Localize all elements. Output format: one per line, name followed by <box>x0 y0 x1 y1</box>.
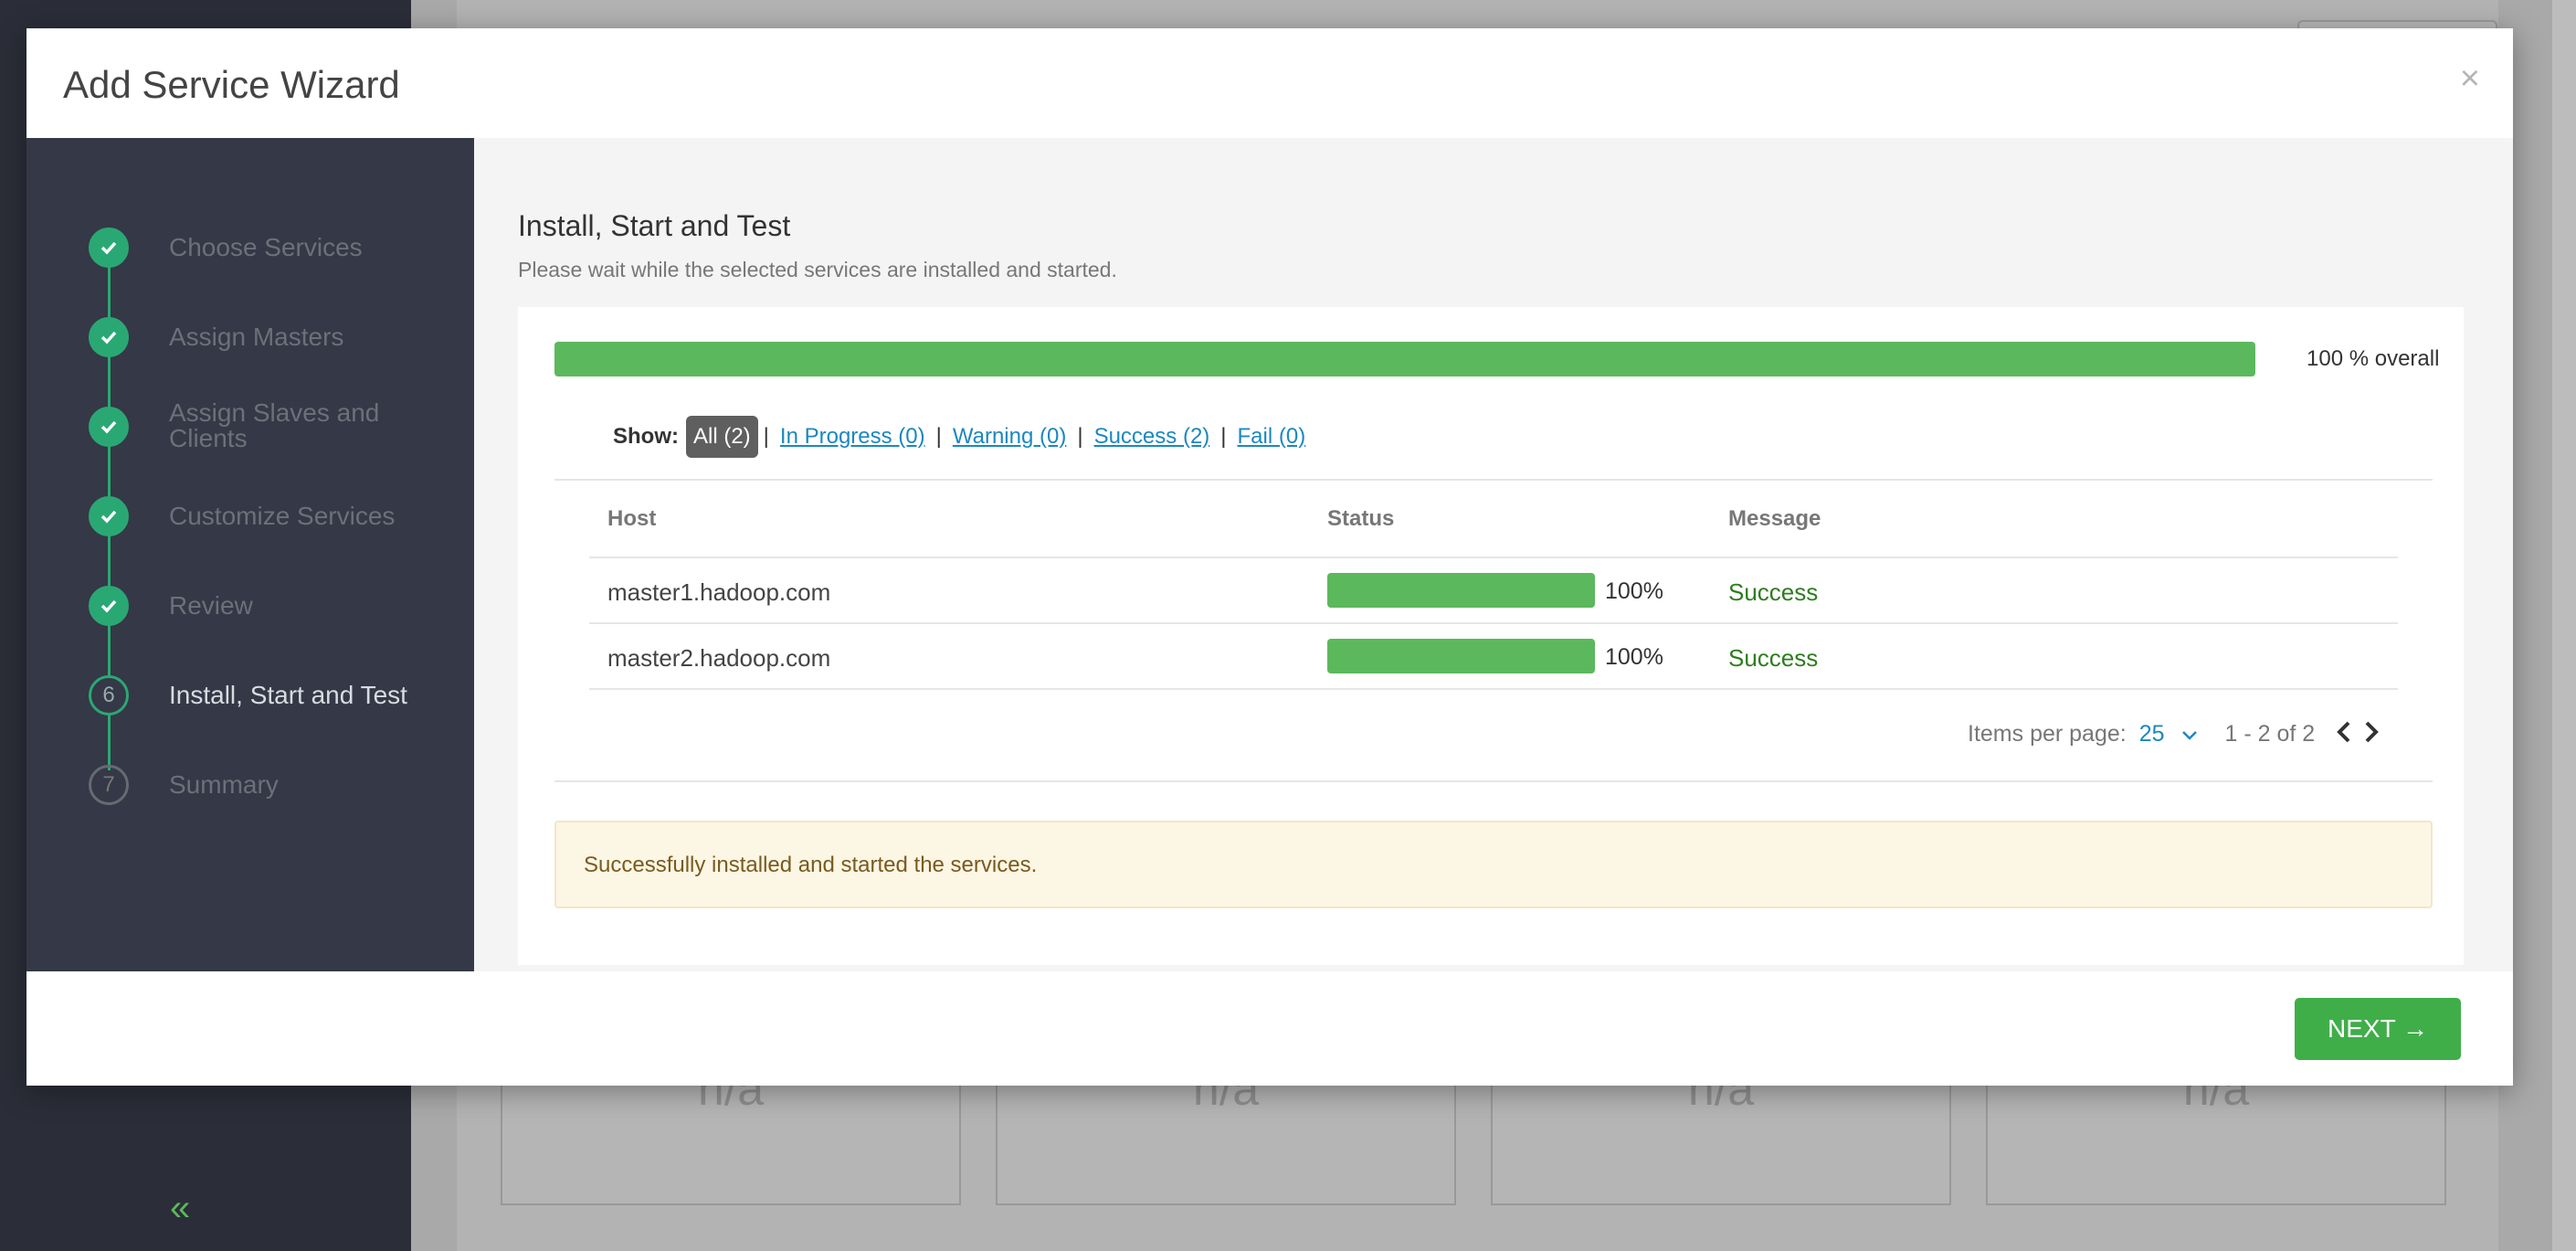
status-filter: Show: All (2) | In Progress (0) | Warnin… <box>613 414 1305 460</box>
items-per-page-label: Items per page: <box>1968 721 2127 747</box>
wizard-step-assign-masters: Assign Masters <box>89 314 343 360</box>
checkmark-icon <box>89 586 129 626</box>
step-number: 6 <box>89 675 129 716</box>
install-panel: 100 % overall Show: All (2) | In Progres… <box>518 307 2464 965</box>
filter-separator: | <box>1077 424 1083 449</box>
filter-fail[interactable]: Fail (0) <box>1238 424 1306 450</box>
host-progress-percent: 100% <box>1605 644 1663 670</box>
alert-text: Successfully installed and started the s… <box>584 853 1038 877</box>
host-name: master1.hadoop.com <box>607 578 831 606</box>
next-button[interactable]: NEXT → <box>2295 998 2461 1060</box>
checkmark-icon <box>89 228 129 268</box>
wizard-step-customize-services: Customize Services <box>89 493 395 539</box>
step-label: Customize Services <box>169 502 396 530</box>
step-label: Assign Masters <box>169 323 344 351</box>
items-per-page-select[interactable]: 25 <box>2139 721 2165 747</box>
host-name: master2.hadoop.com <box>607 644 831 672</box>
divider <box>554 780 2433 782</box>
checkmark-icon <box>89 407 129 447</box>
host-message[interactable]: Success <box>1728 644 1818 673</box>
table-row: master1.hadoop.com 100% Success <box>589 557 2398 624</box>
page-subtitle: Please wait while the selected services … <box>518 258 1117 281</box>
step-label: Install, Start and Test <box>169 681 407 709</box>
chevron-left-icon[interactable] <box>2335 720 2353 744</box>
page-title: Install, Start and Test <box>518 209 791 242</box>
filter-separator: | <box>935 424 942 449</box>
column-header-message: Message <box>1728 506 1821 531</box>
checkmark-icon <box>89 317 129 357</box>
table-row: master2.hadoop.com 100% Success <box>589 622 2398 690</box>
filter-separator: | <box>763 424 769 449</box>
modal-footer: NEXT → <box>26 971 2513 1086</box>
modal-title: Add Service Wizard <box>63 63 400 106</box>
wizard-step-assign-slaves-clients: Assign Slaves and Clients <box>89 400 379 451</box>
host-message[interactable]: Success <box>1728 578 1818 607</box>
pagination-arrows <box>2335 716 2380 752</box>
wizard-content: Install, Start and Test Please wait whil… <box>474 138 2513 971</box>
wizard-step-install-start-test: 6 Install, Start and Test <box>89 673 407 718</box>
column-header-host: Host <box>607 506 657 531</box>
overall-progress-text: 100 % overall <box>2307 346 2440 371</box>
pagination-range: 1 - 2 of 2 <box>2224 721 2316 747</box>
host-progress-percent: 100% <box>1605 578 1663 604</box>
host-progress-bar <box>1327 573 1595 608</box>
step-label: Choose Services <box>169 233 363 261</box>
table-bottom-border <box>589 688 2398 690</box>
close-icon[interactable]: × <box>2460 59 2480 99</box>
wizard-step-review: Review <box>89 583 253 629</box>
background-scrollbar <box>2552 0 2576 1251</box>
step-label: Review <box>169 591 253 620</box>
filter-separator: | <box>1220 424 1227 449</box>
wizard-step-choose-services: Choose Services <box>89 225 363 270</box>
step-number: 7 <box>89 765 129 805</box>
wizard-steps-nav: Choose Services Assign Masters Assign Sl… <box>26 138 474 971</box>
filter-all[interactable]: All (2) <box>686 416 758 458</box>
host-progress-bar <box>1327 639 1595 673</box>
filter-warning[interactable]: Warning (0) <box>953 424 1066 450</box>
modal-header: Add Service Wizard × <box>26 28 2513 138</box>
pagination: Items per page: 25 1 - 2 of 2 <box>1968 716 2381 752</box>
step-label: Summary <box>169 770 279 799</box>
overall-progress-bar <box>554 342 2255 376</box>
filter-success[interactable]: Success (2) <box>1094 424 1210 450</box>
add-service-wizard-modal: Add Service Wizard × Choose Services Ass… <box>26 28 2513 1086</box>
filter-in-progress[interactable]: In Progress (0) <box>780 424 925 450</box>
filter-show-label: Show: <box>613 424 679 449</box>
chevron-right-icon[interactable] <box>2362 720 2381 744</box>
step-label-line2: Clients <box>169 424 248 452</box>
wizard-step-summary: 7 Summary <box>89 762 279 808</box>
column-header-status: Status <box>1327 506 1395 531</box>
step-label-line1: Assign Slaves and <box>169 398 380 427</box>
divider <box>554 479 2433 481</box>
chevron-down-icon[interactable] <box>2181 723 2198 747</box>
collapse-sidebar-icon: « <box>170 1188 191 1228</box>
success-alert: Successfully installed and started the s… <box>554 821 2433 908</box>
checkmark-icon <box>89 496 129 536</box>
